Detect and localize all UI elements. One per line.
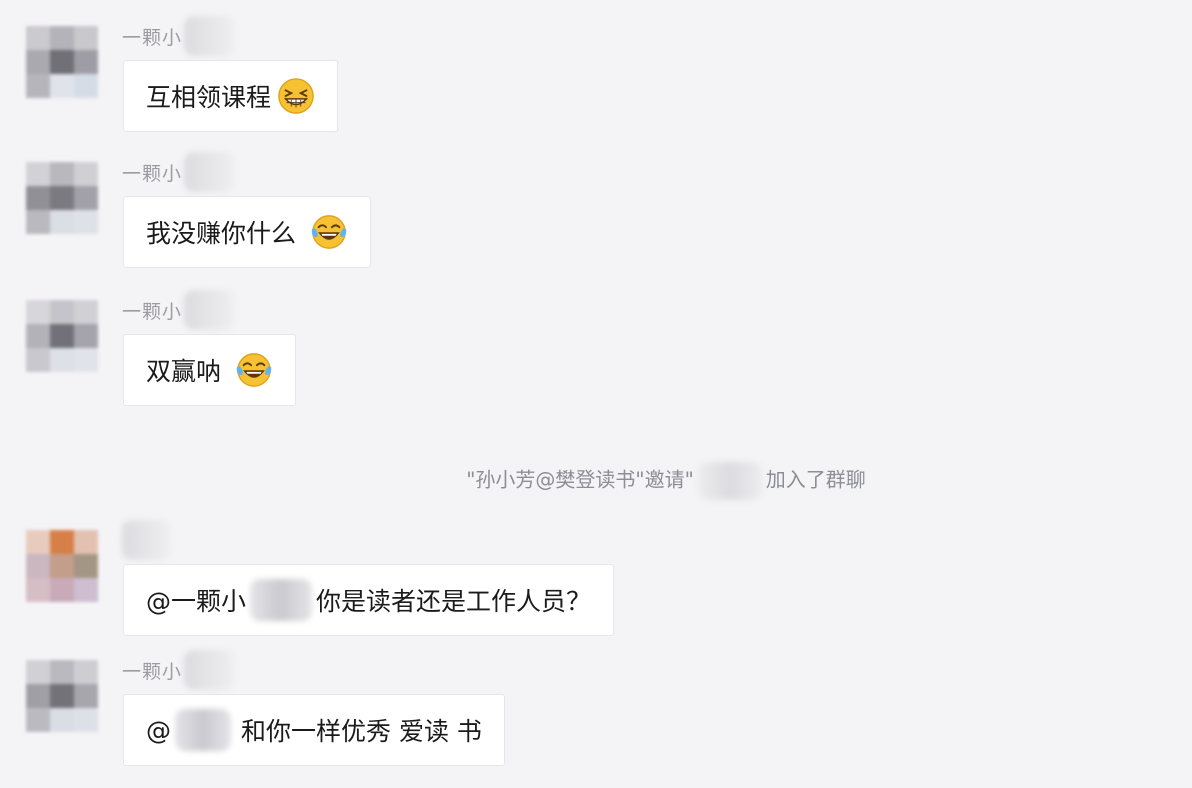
avatar-pixel (50, 186, 74, 210)
message-text: 和你一样优秀 爱读 书 (241, 717, 482, 746)
avatar[interactable] (26, 26, 98, 98)
avatar[interactable] (26, 162, 98, 234)
avatar-pixel (26, 530, 50, 554)
avatar-pixel (26, 74, 50, 98)
avatar[interactable] (26, 530, 98, 602)
sender-name-text: 一颗小 (122, 300, 183, 323)
tears-of-joy-emoji-icon (236, 353, 272, 387)
avatar-pixel (74, 74, 98, 98)
avatar-pixel (74, 26, 98, 50)
avatar-pixel (74, 162, 98, 186)
blurred-name-icon (184, 152, 235, 192)
avatar-pixel (50, 348, 74, 372)
sender-name: 一颗小 (122, 152, 235, 192)
avatar-pixel (50, 554, 74, 578)
message-text: 双赢呐 (146, 357, 222, 386)
sender-name (122, 520, 170, 560)
avatar-pixel (26, 578, 50, 602)
chat-window: 一颗小 互相领课程 一颗小 我没赚你什么 一颗小 双赢呐 "孙小芳@樊登读书"邀… (0, 0, 1192, 788)
avatar-pixel (74, 50, 98, 74)
avatar-pixel (26, 300, 50, 324)
blurred-name-icon (697, 462, 762, 500)
avatar-pixel (50, 50, 74, 74)
avatar-pixel (26, 554, 50, 578)
avatar-pixel (74, 348, 98, 372)
avatar-pixel (26, 708, 50, 732)
mention-text: @一颗小 (146, 587, 247, 616)
message-bubble[interactable]: @ 和你一样优秀 爱读 书 (123, 694, 505, 766)
blurred-name-icon (184, 16, 235, 56)
message-bubble[interactable]: 互相领课程 (123, 60, 339, 132)
tears-of-joy-emoji-icon (311, 215, 347, 249)
avatar-pixel (74, 660, 98, 684)
sender-name: 一颗小 (122, 290, 235, 330)
avatar-pixel (74, 708, 98, 732)
avatar-pixel (50, 210, 74, 234)
avatar-pixel (50, 162, 74, 186)
grinning-squint-emoji-icon (278, 78, 314, 114)
avatar-pixel (74, 186, 98, 210)
avatar-pixel (74, 324, 98, 348)
system-notice-text: 加入了群聊 (765, 467, 866, 492)
blurred-name-icon (184, 650, 235, 690)
avatar-pixel (50, 660, 74, 684)
avatar-pixel (26, 684, 50, 708)
blurred-name-icon (184, 290, 235, 330)
avatar-pixel (26, 186, 50, 210)
avatar-pixel (74, 554, 98, 578)
blurred-name-icon (122, 520, 170, 560)
message-bubble[interactable]: 我没赚你什么 (123, 196, 372, 268)
avatar-pixel (50, 300, 74, 324)
message-text: 互相领课程 (146, 83, 272, 112)
avatar-pixel (26, 26, 50, 50)
message-bubble[interactable]: 双赢呐 (123, 334, 297, 406)
avatar-pixel (74, 684, 98, 708)
avatar-pixel (26, 210, 50, 234)
avatar-pixel (74, 530, 98, 554)
sender-name-text: 一颗小 (122, 26, 183, 49)
sender-name-text: 一颗小 (122, 660, 183, 683)
system-notice-text: "孙小芳@樊登读书"邀请" (466, 467, 694, 492)
avatar-pixel (74, 578, 98, 602)
blurred-name-icon (250, 579, 313, 621)
avatar[interactable] (26, 660, 98, 732)
avatar-pixel (74, 210, 98, 234)
avatar-pixel (26, 50, 50, 74)
avatar-pixel (26, 348, 50, 372)
avatar-pixel (50, 684, 74, 708)
avatar-pixel (50, 530, 74, 554)
avatar-pixel (50, 324, 74, 348)
sender-name-text: 一颗小 (122, 162, 183, 185)
avatar-pixel (50, 26, 74, 50)
avatar-pixel (50, 578, 74, 602)
sender-name: 一颗小 (122, 16, 235, 56)
message-text: 我没赚你什么 (146, 219, 297, 248)
mention-text: @ (146, 715, 171, 745)
system-notice: "孙小芳@樊登读书"邀请" 加入了群聊 (0, 462, 1192, 500)
avatar-pixel (50, 708, 74, 732)
avatar-pixel (26, 162, 50, 186)
avatar[interactable] (26, 300, 98, 372)
avatar-pixel (26, 324, 50, 348)
avatar-pixel (26, 660, 50, 684)
sender-name: 一颗小 (122, 650, 235, 690)
blurred-name-icon (175, 709, 231, 751)
avatar-pixel (50, 74, 74, 98)
message-bubble[interactable]: @一颗小 你是读者还是工作人员？ (123, 564, 615, 636)
avatar-pixel (74, 300, 98, 324)
message-text: 你是读者还是工作人员？ (316, 587, 592, 616)
